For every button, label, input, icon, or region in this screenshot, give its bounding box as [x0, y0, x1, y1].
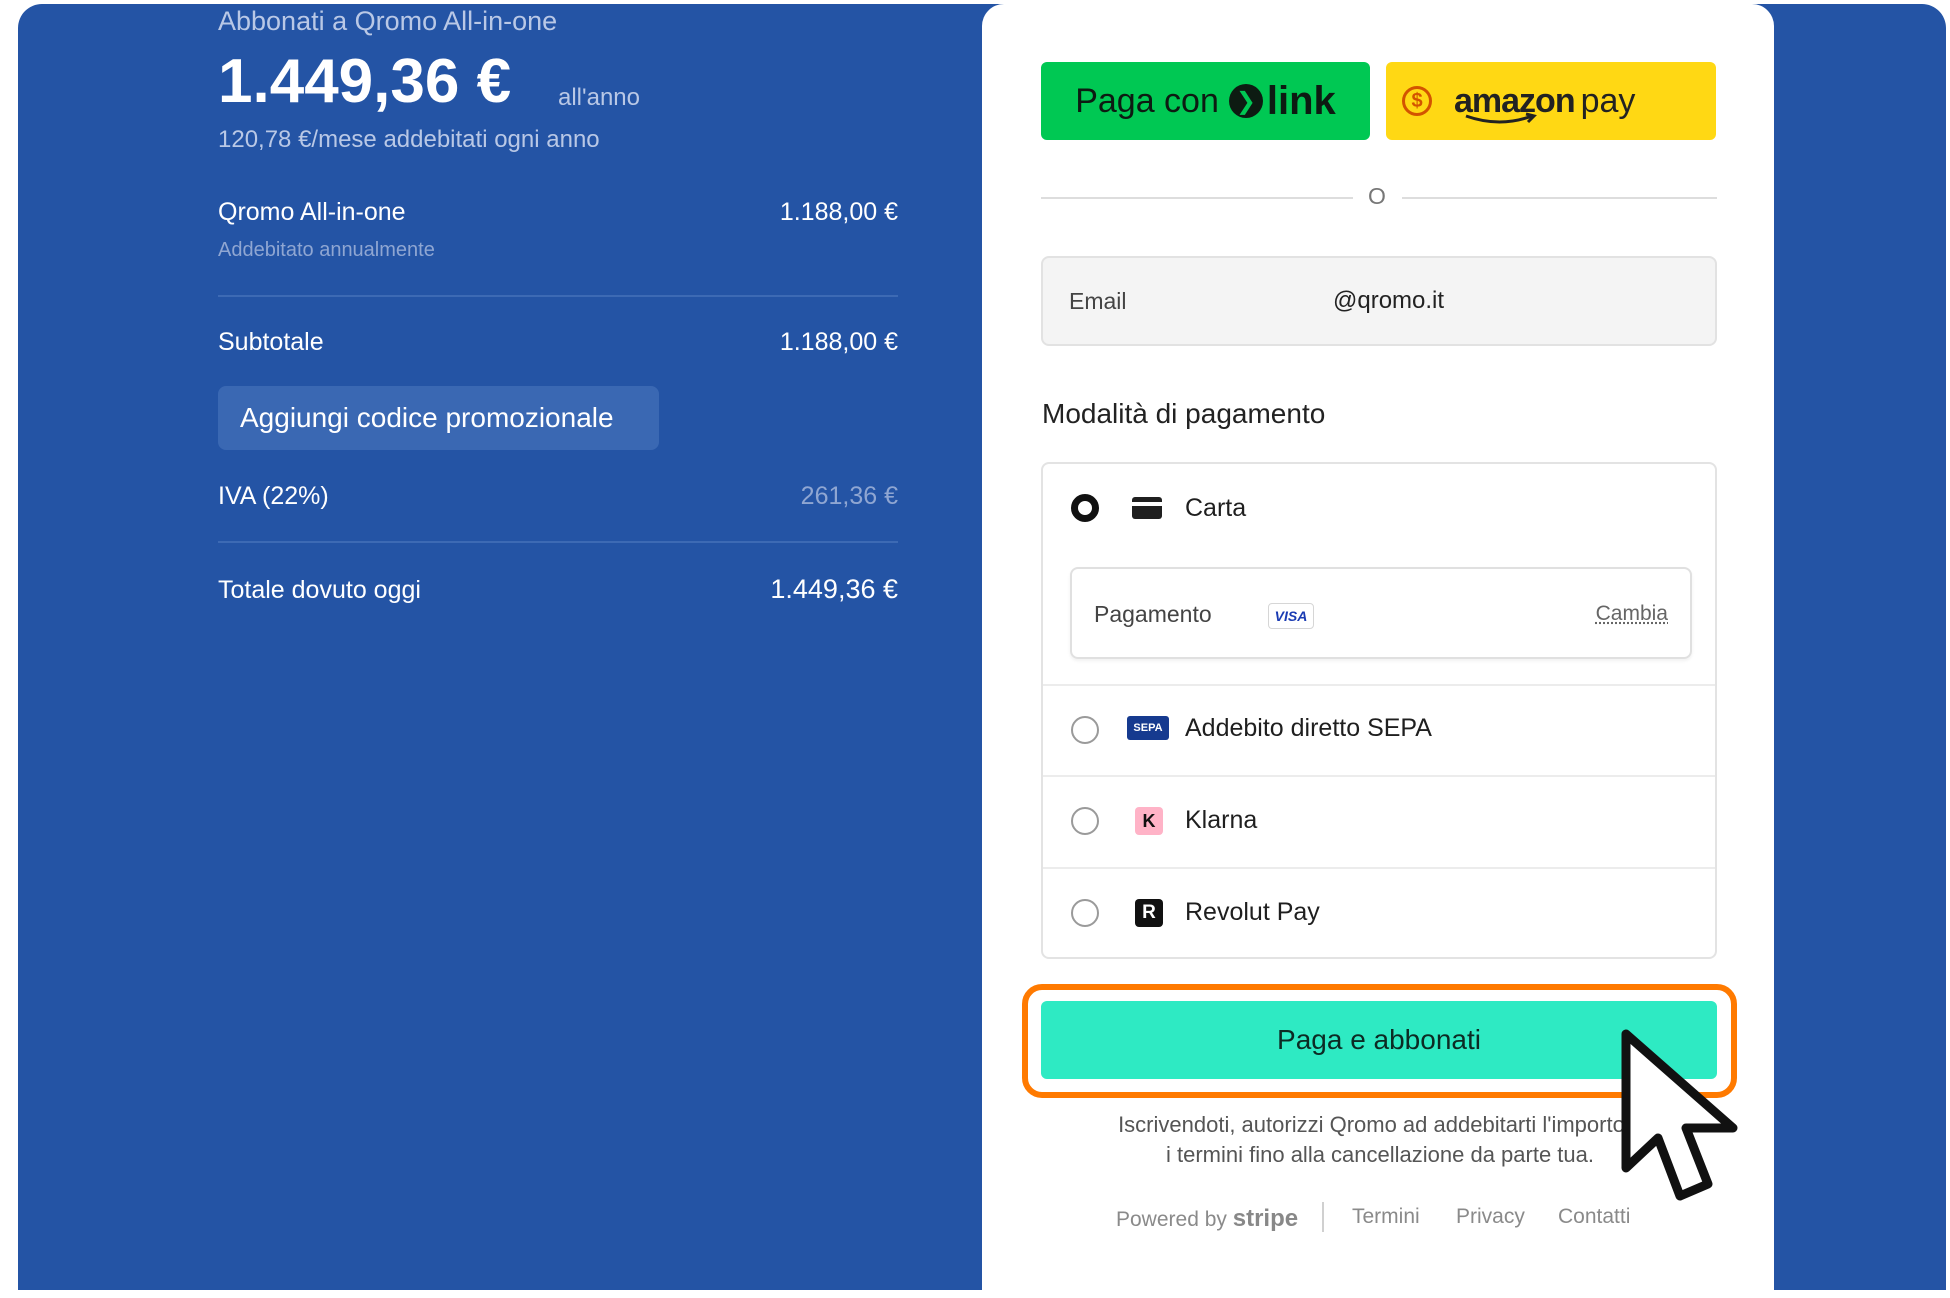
amazon-pay-button[interactable]: $ amazon pay [1386, 62, 1716, 140]
method-label-klarna: Klarna [1185, 806, 1258, 834]
visa-logo-icon: VISA [1268, 603, 1314, 629]
product-name: Qromo All-in-one [218, 198, 406, 226]
stripe-logo: stripe [1232, 1205, 1299, 1232]
vat-value: 261,36 € [800, 482, 898, 510]
footer-link-terms[interactable]: Termini [1352, 1205, 1420, 1229]
divider-right [1402, 197, 1717, 199]
payment-methods-list: Carta Pagamento VISA Cambia SEPA Addebit… [1041, 462, 1717, 959]
mouse-cursor-icon [1621, 1029, 1738, 1201]
divider [218, 295, 898, 297]
price-period: all'anno [558, 84, 640, 111]
subscribe-title: Abbonati a Qromo All-in-one [218, 6, 558, 36]
radio-klarna[interactable] [1071, 807, 1099, 835]
footer-link-contacts[interactable]: Contatti [1558, 1205, 1630, 1229]
radio-card[interactable] [1071, 494, 1099, 522]
card-icon [1132, 497, 1162, 519]
amazon-coin-icon: $ [1402, 86, 1432, 116]
or-separator: O [1368, 183, 1386, 209]
pay-and-subscribe-button[interactable]: Paga e abbonati [1041, 1001, 1717, 1079]
method-label-sepa: Addebito diretto SEPA [1185, 714, 1432, 742]
divider-left [1041, 197, 1353, 199]
payment-method-title: Modalità di pagamento [1042, 398, 1326, 429]
card-detail-label: Pagamento [1094, 601, 1212, 627]
saved-card-row: Pagamento VISA Cambia [1070, 567, 1692, 659]
total-due-value: 1.449,36 € [770, 574, 898, 604]
radio-revolut[interactable] [1071, 899, 1099, 927]
radio-sepa[interactable] [1071, 716, 1099, 744]
klarna-logo-icon: K [1135, 807, 1163, 835]
total-price: 1.449,36 € [218, 47, 512, 116]
method-label-card: Carta [1185, 494, 1247, 522]
product-price: 1.188,00 € [779, 198, 898, 226]
sepa-logo-icon: SEPA [1127, 716, 1169, 740]
pay-with-link-button[interactable]: Paga con ❯ link [1041, 62, 1370, 140]
method-label-revolut: Revolut Pay [1185, 898, 1320, 926]
link-arrow-icon: ❯ [1228, 84, 1263, 118]
product-billing: Addebitato annualmente [218, 239, 435, 261]
monthly-note: 120,78 €/mese addebitati ogni anno [218, 126, 600, 153]
payment-option-sepa[interactable]: SEPA Addebito diretto SEPA [1043, 686, 1715, 775]
footer-link-privacy[interactable]: Privacy [1456, 1205, 1525, 1229]
add-promo-code-button[interactable]: Aggiungi codice promozionale [218, 386, 659, 450]
email-label: Email [1069, 288, 1127, 314]
revolut-logo-icon: R [1135, 899, 1163, 927]
payment-option-card[interactable]: Carta Pagamento VISA Cambia [1043, 464, 1715, 684]
payment-option-klarna[interactable]: K Klarna [1043, 777, 1715, 867]
link-logo: ❯ link [1228, 78, 1336, 124]
powered-by-stripe[interactable]: Powered by stripe [1116, 1205, 1298, 1233]
total-due-label: Totale dovuto oggi [218, 576, 421, 604]
email-value: @qromo.it [1333, 287, 1445, 314]
link-brand-text: link [1266, 78, 1336, 123]
change-card-link[interactable]: Cambia [1596, 602, 1668, 626]
footer-divider [1322, 1202, 1324, 1232]
amazon-smile-icon [1465, 112, 1537, 124]
subtotal-value: 1.188,00 € [779, 328, 898, 356]
link-button-label: Paga con [1075, 81, 1219, 120]
vat-label: IVA (22%) [218, 482, 329, 510]
amazon-pay-text: pay [1580, 81, 1636, 120]
payment-option-revolut[interactable]: R Revolut Pay [1043, 869, 1715, 957]
checkout-page: Abbonati a Qromo All-in-one 1.449,36 € a… [0, 0, 1950, 1298]
powered-by-text: Powered by [1116, 1208, 1227, 1231]
subtotal-label: Subtotale [218, 328, 324, 356]
divider [218, 541, 898, 543]
email-field[interactable]: Email @qromo.it [1041, 256, 1717, 346]
